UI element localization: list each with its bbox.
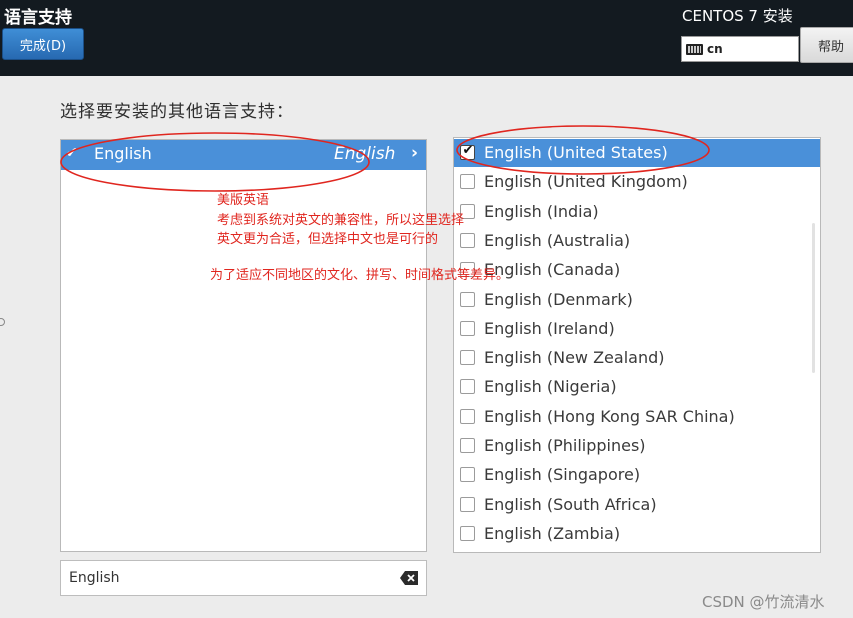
locale-checkbox[interactable] [460, 291, 475, 307]
locale-checkbox[interactable] [460, 467, 475, 483]
locale-label: English (Zambia) [484, 523, 621, 543]
locale-label: English (Hong Kong SAR China) [484, 406, 735, 426]
annotation-text-4: 为了适应不同地区的文化、拼写、时间格式等差异。 [210, 268, 510, 283]
done-button[interactable]: 完成(D) [2, 28, 84, 60]
locale-label: English (New Zealand) [484, 348, 665, 368]
locale-checkbox[interactable] [460, 496, 475, 512]
search-input-value: English [69, 570, 120, 586]
locale-row[interactable]: English (Nigeria) [454, 373, 820, 401]
checkmark-icon: ✔ [66, 145, 78, 161]
locale-label: English (India) [484, 201, 599, 221]
annotation-text-1: 美版英语 [217, 193, 270, 208]
locale-checkbox[interactable] [460, 232, 475, 248]
locale-checkbox[interactable] [460, 438, 475, 453]
locale-row[interactable]: English (Philippines) [454, 432, 820, 460]
locale-row[interactable]: English (Singapore) [454, 461, 820, 489]
locale-checkbox[interactable] [460, 525, 475, 541]
locale-checkbox[interactable] [460, 174, 475, 190]
locale-checkbox[interactable] [460, 379, 475, 395]
locale-row[interactable]: English (Australia) [454, 227, 820, 255]
locale-row[interactable]: English (Ireland) [454, 315, 820, 343]
locale-label: English (Singapore) [484, 465, 641, 485]
chevron-right-icon: › [411, 143, 419, 163]
locale-checkbox[interactable] [460, 408, 475, 424]
keyboard-layout-label: cn [707, 42, 723, 56]
locale-list: ✔ English (United States) English (United … [453, 137, 821, 553]
help-button[interactable]: 帮助 [800, 27, 853, 63]
clear-backspace-icon[interactable] [400, 571, 418, 585]
installer-title: CENTOS 7 安装 [682, 7, 793, 25]
page-prompt: 选择要安装的其他语言支持： [60, 102, 294, 122]
language-native-name: English [334, 144, 396, 164]
locale-label: English (Nigeria) [484, 377, 617, 397]
keyboard-layout-indicator[interactable]: cn [681, 36, 799, 62]
locale-label: English (United Kingdom) [484, 172, 688, 192]
locale-label: English (Australia) [484, 230, 631, 250]
locale-row[interactable]: English (New Zealand) [454, 344, 820, 372]
locale-label: English (Denmark) [484, 289, 633, 309]
checkmark-icon: ✔ [462, 143, 474, 158]
watermark: CSDN @竹流清水 [702, 593, 825, 611]
top-bar: 语言支持 完成(D) CENTOS 7 安装 cn 帮助 [0, 0, 853, 76]
locale-label: English (United States) [484, 143, 668, 162]
locale-row[interactable]: English (South Africa) [454, 491, 820, 519]
locale-checkbox[interactable]: ✔ [460, 143, 475, 160]
language-name: English [94, 144, 152, 163]
locale-label: English (Ireland) [484, 318, 615, 338]
locale-row[interactable]: English (Denmark) [454, 286, 820, 314]
spoke-title: 语言支持 [4, 8, 72, 28]
locale-row[interactable]: English (United Kingdom) [454, 168, 820, 196]
language-search-input[interactable]: English [60, 560, 427, 596]
locale-checkbox[interactable] [460, 320, 475, 336]
locale-checkbox[interactable] [460, 350, 475, 366]
locale-row[interactable]: ✔ English (United States) [454, 139, 820, 167]
language-row-english[interactable]: ✔ English English › [61, 140, 426, 170]
locale-label: English (South Africa) [484, 494, 657, 514]
annotation-text-3: 英文更为合适，但选择中文也是可行的 [217, 232, 439, 247]
locale-row[interactable]: English (Zambia) [454, 520, 820, 548]
locale-row[interactable]: English (Hong Kong SAR China) [454, 403, 820, 431]
locale-row[interactable]: English (India) [454, 198, 820, 226]
keyboard-icon [686, 43, 703, 55]
locale-label: English (Philippines) [484, 436, 646, 455]
annotation-text-2: 考虑到系统对英文的兼容性，所以这里选择 [217, 213, 465, 228]
edge-indicator [0, 318, 5, 326]
